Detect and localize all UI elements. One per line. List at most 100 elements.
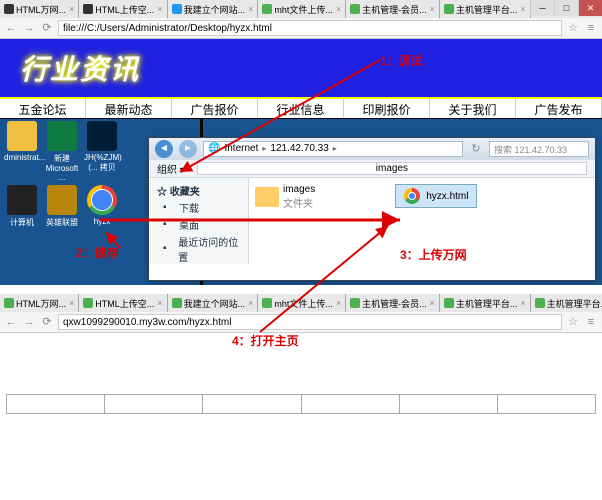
file-name: hyzx.html <box>426 191 468 202</box>
file-item-selected[interactable]: hyzx.html <box>395 184 477 208</box>
path-display: images <box>197 162 587 175</box>
menu-icon[interactable]: ≡ <box>584 21 598 35</box>
minimize-button[interactable]: ─ <box>530 0 554 16</box>
tab-bar: HTML万网...×HTML上传空...×我建立个网站...×mht文件上传..… <box>0 0 602 18</box>
tab-close-icon[interactable]: × <box>248 4 253 14</box>
maximize-button[interactable]: □ <box>554 0 578 16</box>
window-controls: ─ □ ✕ <box>530 0 602 16</box>
desktop-icon[interactable]: hyzx <box>84 185 120 228</box>
tab-label: 主机管理-会员... <box>362 297 427 310</box>
url-input[interactable] <box>58 20 562 36</box>
explorer-search[interactable]: 搜索 121.42.70.33 <box>489 141 589 157</box>
tab-close-icon[interactable]: × <box>430 298 435 308</box>
tab-close-icon[interactable]: × <box>69 298 74 308</box>
explorer-content[interactable]: images 文件夹 hyzx.html <box>249 178 595 264</box>
tab-close-icon[interactable]: × <box>336 298 341 308</box>
browser-tab[interactable]: mht文件上传...× <box>258 294 346 312</box>
tab-favicon <box>262 298 272 308</box>
explorer-back-button[interactable]: ◄ <box>155 140 173 158</box>
desktop-icon-label: 英雄联盟 <box>44 217 80 228</box>
browser-tab[interactable]: HTML万网...× <box>0 294 79 312</box>
page-banner: 行业资讯 <box>0 39 602 97</box>
desktop-icon-image <box>87 185 117 215</box>
organize-menu[interactable]: 组织 ▾ <box>157 161 185 176</box>
tab-close-icon[interactable]: × <box>157 298 162 308</box>
tab-close-icon[interactable]: × <box>336 4 341 14</box>
tab-label: mht文件上传... <box>274 3 333 16</box>
menu-icon[interactable]: ≡ <box>584 315 598 329</box>
reload-button[interactable]: ⟳ <box>40 21 54 35</box>
address-bar: ← → ⟳ ☆ ≡ <box>0 312 602 332</box>
nav-item[interactable]: 广告报价 <box>172 99 258 118</box>
browser-tab[interactable]: 主机管理-会员...× <box>346 0 440 18</box>
breadcrumb-seg[interactable]: Internet <box>222 141 260 157</box>
sidebar-item[interactable]: ▪桌面 <box>153 216 244 233</box>
browser-tab[interactable]: 主机管理平台...× <box>531 294 602 312</box>
desktop-icon[interactable]: 英雄联盟 <box>44 185 80 228</box>
sidebar-item-icon: ▪ <box>163 243 174 255</box>
nav-item[interactable]: 五金论坛 <box>0 99 86 118</box>
reload-button[interactable]: ⟳ <box>40 315 54 329</box>
bottom-browser: HTML万网...×HTML上传空...×我建立个网站...×mht文件上传..… <box>0 294 602 333</box>
tab-label: 我建立个网站... <box>184 297 246 310</box>
desktop-icon-image <box>7 121 37 151</box>
nav-item[interactable]: 最新动态 <box>86 99 172 118</box>
sidebar-item[interactable]: ▪下载 <box>153 199 244 216</box>
nav-item[interactable]: 行业信息 <box>258 99 344 118</box>
forward-button[interactable]: → <box>22 315 36 329</box>
url-input[interactable] <box>58 314 562 330</box>
bookmark-icon[interactable]: ☆ <box>566 315 580 329</box>
tab-label: HTML万网... <box>16 297 66 310</box>
tab-close-icon[interactable]: × <box>430 4 435 14</box>
desktop-icon[interactable]: 新建 Microsoft ... <box>44 121 80 182</box>
tab-close-icon[interactable]: × <box>69 4 74 14</box>
tab-close-icon[interactable]: × <box>520 298 525 308</box>
refresh-icon[interactable]: ↻ <box>469 142 483 156</box>
nav-item[interactable]: 广告发布 <box>516 99 602 118</box>
desktop-icon[interactable]: JH(%ZJM)(... 拷贝 <box>84 121 120 182</box>
tab-favicon <box>350 4 360 14</box>
forward-button[interactable]: → <box>22 21 36 35</box>
browser-tab[interactable]: 主机管理平台...× <box>440 294 531 312</box>
table-cell <box>203 395 301 413</box>
browser-tab[interactable]: mht文件上传...× <box>258 0 346 18</box>
explorer-forward-button[interactable]: ► <box>179 140 197 158</box>
top-browser: ─ □ ✕ HTML万网...×HTML上传空...×我建立个网站...×mht… <box>0 0 602 39</box>
close-button[interactable]: ✕ <box>578 0 602 16</box>
tab-favicon <box>172 298 182 308</box>
desktop-icon[interactable]: 计算机 <box>4 185 40 228</box>
tab-favicon <box>83 298 93 308</box>
tab-label: HTML万网... <box>16 3 66 16</box>
back-button[interactable]: ← <box>4 315 18 329</box>
tab-close-icon[interactable]: × <box>157 4 162 14</box>
nav-item[interactable]: 印刷报价 <box>344 99 430 118</box>
tab-label: 我建立个网站... <box>184 3 246 16</box>
tab-close-icon[interactable]: × <box>248 298 253 308</box>
browser-tab[interactable]: HTML上传空...× <box>79 294 167 312</box>
sidebar-favorites-header[interactable]: ☆ 收藏夹 <box>153 182 244 199</box>
browser-tab[interactable]: 我建立个网站...× <box>168 0 259 18</box>
back-button[interactable]: ← <box>4 21 18 35</box>
browser-tab[interactable]: 我建立个网站...× <box>168 294 259 312</box>
folder-item[interactable]: images 文件夹 <box>255 184 315 210</box>
desktop-icon-label: hyzx <box>84 217 120 226</box>
browser-tab[interactable]: HTML上传空...× <box>79 0 167 18</box>
desktop-area: dministrat...新建 Microsoft ...JH(%ZJM)(..… <box>0 119 602 285</box>
sidebar-item[interactable]: ▪最近访问的位置 <box>153 233 244 265</box>
browser-tab[interactable]: 主机管理平台...× <box>440 0 531 18</box>
browser-tab[interactable]: HTML万网...× <box>0 0 79 18</box>
tab-favicon <box>350 298 360 308</box>
explorer-toolbar: 组织 ▾ images <box>149 160 595 178</box>
desktop-icon-label: 新建 Microsoft ... <box>44 153 80 182</box>
tab-label: 主机管理平台... <box>456 3 518 16</box>
browser-tab[interactable]: 主机管理-会员...× <box>346 294 440 312</box>
bookmark-icon[interactable]: ☆ <box>566 21 580 35</box>
sidebar-item-icon: ▪ <box>163 202 175 214</box>
tab-close-icon[interactable]: × <box>520 4 525 14</box>
breadcrumb[interactable]: 🌐 Internet ▸ 121.42.70.33 ▸ <box>203 141 463 157</box>
breadcrumb-seg[interactable]: 121.42.70.33 <box>268 141 330 157</box>
folder-name: images <box>283 184 315 195</box>
desktop-icon[interactable]: dministrat... <box>4 121 40 182</box>
nav-item[interactable]: 关于我们 <box>430 99 516 118</box>
desktop-icon-image <box>7 185 37 215</box>
